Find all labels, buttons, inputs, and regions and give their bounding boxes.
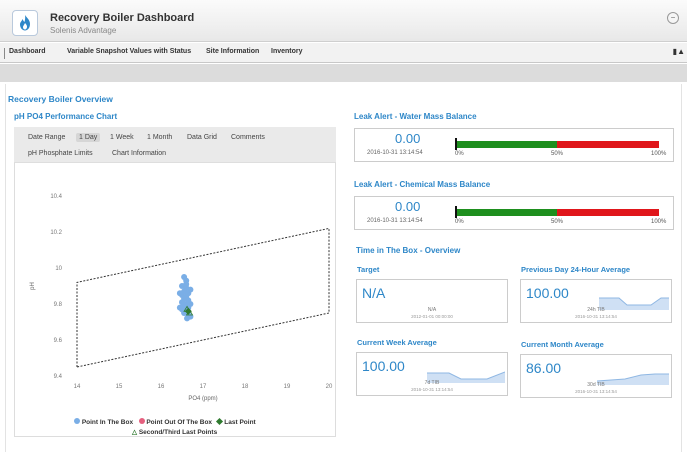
kpi-month-card: 86.00 30d TIB 2016-10-31 13:14:54 — [520, 354, 672, 398]
y-tick-label: 10.4 — [50, 194, 62, 200]
legend-point-in-box: Point In The Box — [81, 419, 134, 426]
nav-tab-site-information[interactable]: Site Information — [206, 48, 259, 55]
point-in-box — [184, 315, 191, 322]
point-in-box — [176, 304, 183, 311]
leak-chem-label-0: 0% — [455, 219, 464, 225]
legend-last-point: Last Point — [224, 419, 256, 426]
chart-title: pH PO4 Performance Chart — [14, 112, 118, 121]
tab-date-range[interactable]: Date Range — [28, 134, 65, 141]
legend-triangle-icon: △ — [132, 429, 137, 436]
tab-1-day[interactable]: 1 Day — [76, 133, 101, 142]
leak-chem-timestamp: 2016-10-31 13:14:54 — [367, 218, 423, 224]
leak-water-label-0: 0% — [455, 151, 464, 157]
kpi-target-sub: N/A — [427, 307, 437, 313]
nav-tab-inventory[interactable]: Inventory — [271, 48, 303, 55]
chart-tabs: Date Range 1 Day 1 Week 1 Month Data Gri… — [14, 127, 336, 163]
leak-chem-value: 0.00 — [395, 199, 421, 214]
leak-water-value: 0.00 — [395, 131, 421, 146]
overview-heading: Recovery Boiler Overview — [8, 94, 113, 104]
performance-box — [76, 227, 330, 368]
kpi-month-title: Current Month Average — [521, 340, 604, 349]
leak-chem-widget: 0.00 2016-10-31 13:14:54 0% 50% 100% — [354, 196, 674, 230]
y-tick-label: 9.6 — [54, 338, 63, 344]
leak-chem-gauge-green — [457, 209, 557, 216]
leak-water-label-50: 50% — [551, 151, 564, 157]
legend-point-in-box-icon — [74, 418, 80, 424]
kpi-week-value: 100.00 — [362, 358, 405, 374]
kpi-month-value: 86.00 — [526, 360, 562, 376]
legend-second-third-last: Second/Third Last Points — [138, 429, 218, 436]
point-in-box — [176, 290, 183, 297]
leak-chem-label-50: 50% — [551, 219, 564, 225]
kpi-month-sub: 30d TIB — [587, 382, 605, 388]
y-tick-label: 9.4 — [54, 374, 63, 380]
kpi-prev-day-card: 100.00 24h TIB 2016-10-31 13:14:54 — [520, 279, 672, 323]
legend-point-out-box: Point Out Of The Box — [146, 419, 213, 426]
kpi-target-title: Target — [357, 265, 380, 274]
point-in-box — [187, 286, 194, 293]
ph-po4-scatter-chart: 10.4 10.2 10 9.8 9.6 9.4 14 15 16 17 18 19 20 PO4 (pp… — [30, 194, 333, 402]
x-tick-label: 19 — [284, 384, 291, 390]
legend-point-out-box-icon — [138, 418, 145, 424]
leak-chem-gauge-red — [557, 209, 659, 216]
time-in-box-title: Time in The Box - Overview — [356, 246, 461, 255]
kpi-week-card: 100.00 7d TIB 2016-10-31 13:14:54 — [356, 352, 508, 396]
tab-chart-information[interactable]: Chart Information — [112, 150, 166, 157]
print-icon[interactable]: ▮▲ — [673, 47, 685, 56]
chart-legend-row1: Point In The Box Point Out Of The Box La… — [74, 417, 256, 426]
kpi-target-card: N/A N/A 2012-01-01 00:00:00 — [356, 279, 508, 323]
kpi-week-sub: 7d TIB — [424, 380, 440, 386]
leak-water-gauge — [455, 138, 659, 150]
kpi-prev-day-sub: 24h TIB — [587, 307, 605, 313]
x-tick-label: 16 — [158, 384, 165, 390]
x-tick-label: 17 — [200, 384, 207, 390]
kpi-target-value: N/A — [362, 285, 386, 301]
leak-water-timestamp: 2016-10-31 13:14:54 — [367, 150, 423, 156]
minimize-button[interactable]: − — [667, 12, 679, 24]
legend-last-point-icon — [216, 417, 224, 426]
x-axis-label: PO4 (ppm) — [188, 396, 217, 402]
tab-comments[interactable]: Comments — [231, 134, 265, 141]
app-subtitle: Solenis Advantage — [50, 26, 117, 35]
leak-water-widget: 0.00 2016-10-31 13:14:54 0% 50% 100% — [354, 128, 674, 162]
y-axis-label: pH — [30, 282, 36, 290]
app-title: Recovery Boiler Dashboard — [50, 12, 195, 24]
point-in-box — [183, 281, 190, 288]
tab-1-week[interactable]: 1 Week — [110, 134, 134, 141]
app-window: Recovery Boiler Dashboard Solenis Advant… — [0, 0, 687, 452]
toolbar-strip — [0, 64, 687, 82]
kpi-prev-day-title: Previous Day 24-Hour Average — [521, 265, 631, 274]
x-tick-label: 18 — [242, 384, 249, 390]
kpi-week-date: 2016-10-31 13:14:54 — [411, 387, 453, 392]
y-tick-label: 10 — [55, 266, 62, 272]
kpi-month-date: 2016-10-31 13:14:54 — [575, 389, 617, 394]
leak-chem-label-100: 100% — [651, 219, 667, 225]
nav-tab-variable-snapshot[interactable]: Variable Snapshot Values with Status — [67, 48, 191, 55]
point-in-box — [187, 301, 194, 307]
leak-water-label-100: 100% — [651, 151, 667, 157]
tab-ph-phosphate-limits[interactable]: pH Phosphate Limits — [28, 150, 93, 157]
y-tick-label: 10.2 — [50, 230, 62, 236]
x-tick-label: 15 — [116, 384, 123, 390]
y-tick-label: 9.8 — [54, 302, 63, 308]
tab-data-grid[interactable]: Data Grid — [187, 134, 217, 141]
nav-tab-dashboard[interactable]: Dashboard — [9, 48, 46, 55]
kpi-target-date: 2012-01-01 00:00:00 — [411, 314, 453, 319]
kpi-week-title: Current Week Average — [357, 338, 437, 347]
leak-chem-gauge — [455, 206, 659, 218]
kpi-prev-day-date: 2016-10-31 13:14:54 — [575, 314, 617, 319]
chart-legend-row2: △ Second/Third Last Points — [132, 428, 217, 436]
leak-water-gauge-green — [457, 141, 557, 148]
kpi-prev-day-value: 100.00 — [526, 285, 569, 301]
nav-divider — [4, 48, 5, 59]
flame-logo-icon — [12, 10, 38, 36]
leak-water-gauge-red — [557, 141, 659, 148]
tab-1-month[interactable]: 1 Month — [147, 134, 172, 141]
main-nav: Dashboard Variable Snapshot Values with … — [0, 43, 687, 63]
leak-chem-title: Leak Alert - Chemical Mass Balance — [354, 180, 491, 189]
leak-water-title: Leak Alert - Water Mass Balance — [354, 112, 477, 121]
x-tick-label: 20 — [326, 384, 333, 390]
x-tick-label: 14 — [74, 384, 81, 390]
title-bar: Recovery Boiler Dashboard Solenis Advant… — [0, 0, 687, 42]
